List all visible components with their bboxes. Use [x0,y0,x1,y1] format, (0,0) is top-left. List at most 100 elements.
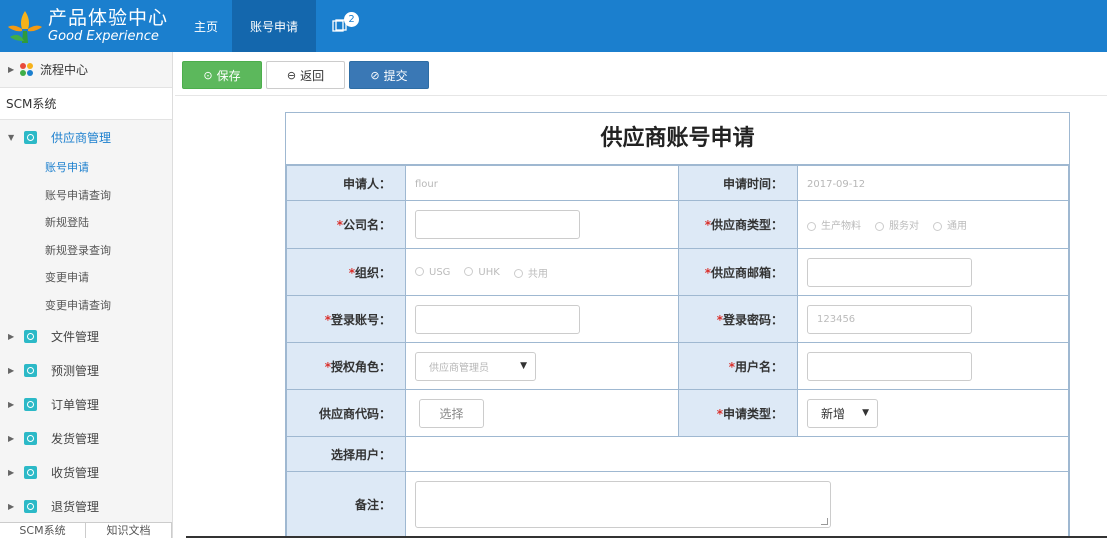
sidebar-group-receiving[interactable]: ▶ 收货管理 [0,455,172,489]
supplier-type-label: *供应商类型： [678,200,798,249]
tab-scm-system[interactable]: SCM系统 [0,523,86,538]
username-label: *用户名： [678,342,798,390]
module-icon [24,431,37,445]
supplier-type-option[interactable]: 通用 [933,217,967,232]
dropdown-arrow-icon: ▼ [520,361,527,371]
sidebar-item-account-apply[interactable]: 账号申请 [0,154,172,182]
form-row: *授权角色： 供应商管理员 ▼ *用户名： [286,342,1069,390]
message-count-badge: 2 [344,12,360,27]
company-cell [405,200,679,249]
form-title: 供应商账号申请 [286,113,1069,165]
supplier-type-cell: 生产物料 服务对 通用 [797,200,1069,249]
login-password-cell: 123456 [797,295,1069,343]
sidebar-group-label: 退货管理 [51,499,100,514]
form-row: *组织： USG UHK 共用 *供应商邮箱： [286,248,1069,296]
caret-right-icon: ▶ [8,365,15,375]
remark-label: 备注： [286,471,406,538]
module-icon [24,363,37,377]
sidebar-item-change-apply[interactable]: 变更申请 [0,264,172,292]
supplier-code-label: 供应商代码： [286,389,406,437]
sidebar-group-forecast[interactable]: ▶ 预测管理 [0,353,172,387]
messages-button[interactable]: 2 [316,0,364,52]
email-label: *供应商邮箱： [678,248,798,296]
flow-center-label: 流程中心 [40,63,89,77]
form-row: 选择用户： [286,436,1069,472]
sidebar-group-label: 订单管理 [51,397,100,412]
role-label: *授权角色： [286,342,406,390]
form-row: 供应商代码： 选择 *申请类型： 新增 ▼ [286,389,1069,437]
login-account-input[interactable] [415,304,580,334]
sidebar-group-returns[interactable]: ▶ 退货管理 [0,489,172,523]
logo-icon [6,7,44,45]
sidebar-group-file[interactable]: ▶ 文件管理 [0,319,172,353]
module-icon [24,397,37,411]
back-label: 返回 [300,68,325,83]
email-cell [797,248,1069,296]
company-input[interactable] [415,210,580,239]
caret-right-icon: ▶ [8,65,15,74]
org-option[interactable]: UHK [464,267,500,278]
module-icon [24,329,37,343]
logo-text: 产品体验中心 Good Experience [48,9,168,44]
apply-type-select[interactable]: 新增 ▼ [807,398,878,428]
select-user-label: 选择用户： [286,436,406,472]
sidebar: ▶ 流程中心 SCM系统 ▼ 供应商管理 账号申请 账号申请查询 新规登陆 新规… [0,52,173,538]
sidebar-group-label: 供应商管理 [51,130,112,145]
save-label: 保存 [216,68,241,83]
nav-home[interactable]: 主页 [180,0,232,52]
sidebar-item-account-query[interactable]: 账号申请查询 [0,182,172,210]
toolbar: ⊙ 保存 ⊖ 返回 ⊘ 提交 [182,61,429,89]
module-icon [24,465,37,479]
remark-cell [405,471,1069,538]
select-user-cell[interactable] [405,436,1069,472]
sidebar-item-new-login[interactable]: 新规登陆 [0,209,172,237]
role-cell: 供应商管理员 ▼ [405,342,679,390]
org-radios: USG UHK 共用 [415,265,678,280]
back-button[interactable]: ⊖ 返回 [266,61,345,89]
org-cell: USG UHK 共用 [405,248,679,296]
save-icon: ⊙ [203,68,213,82]
choose-supplier-button[interactable]: 选择 [419,398,484,428]
username-input[interactable] [807,351,972,381]
sidebar-group-order[interactable]: ▶ 订单管理 [0,387,172,421]
role-select[interactable]: 供应商管理员 ▼ [415,351,536,381]
submit-button[interactable]: ⊘ 提交 [349,61,429,89]
form-row: 申请人： flour 申请时间： 2017-09-12 [286,165,1069,201]
application-form: 供应商账号申请 申请人： flour 申请时间： 2017-09-12 *公司名… [285,112,1070,538]
email-input[interactable] [807,257,972,287]
sidebar-system-title: SCM系统 [0,88,172,120]
apply-time-label: 申请时间： [678,165,798,201]
sidebar-group-label: 收货管理 [51,465,100,480]
submit-icon: ⊘ [370,68,380,82]
apply-time-value: 2017-09-12 [797,165,1069,201]
supplier-type-option[interactable]: 生产物料 [807,217,861,232]
form-table: 申请人： flour 申请时间： 2017-09-12 *公司名： *供应商类型… [286,165,1069,538]
sidebar-group-supplier[interactable]: ▼ 供应商管理 [0,120,172,154]
dropdown-arrow-icon: ▼ [862,408,869,418]
logo[interactable]: 产品体验中心 Good Experience [0,0,180,52]
sidebar-item-change-query[interactable]: 变更申请查询 [0,292,172,320]
caret-down-icon: ▼ [8,132,15,142]
back-icon: ⊖ [286,68,297,82]
nav-account-apply[interactable]: 账号申请 [232,0,317,52]
remark-textarea[interactable] [415,481,831,528]
supplier-type-option[interactable]: 服务对 [875,217,919,232]
org-option[interactable]: 共用 [513,265,548,280]
supplier-type-radios: 生产物料 服务对 通用 [807,217,1068,232]
save-button[interactable]: ⊙ 保存 [182,61,262,89]
form-row: *登录账号： *登录密码： 123456 [286,295,1069,343]
sidebar-flow-center[interactable]: ▶ 流程中心 [0,52,172,88]
org-option[interactable]: USG [415,267,450,278]
org-label: *组织： [286,248,406,296]
tab-knowledge-docs[interactable]: 知识文档 [86,523,172,538]
sidebar-group-label: 预测管理 [51,363,100,378]
caret-right-icon: ▶ [8,433,15,443]
login-password-input[interactable]: 123456 [807,304,972,334]
toolbar-divider [175,95,1107,96]
applicant-label: 申请人： [286,165,406,201]
sidebar-item-new-login-query[interactable]: 新规登录查询 [0,237,172,265]
caret-right-icon: ▶ [8,399,15,409]
sidebar-bottom-tabs: SCM系统 知识文档 [0,522,172,538]
sidebar-group-shipping[interactable]: ▶ 发货管理 [0,421,172,455]
role-value: 供应商管理员 [429,362,489,374]
